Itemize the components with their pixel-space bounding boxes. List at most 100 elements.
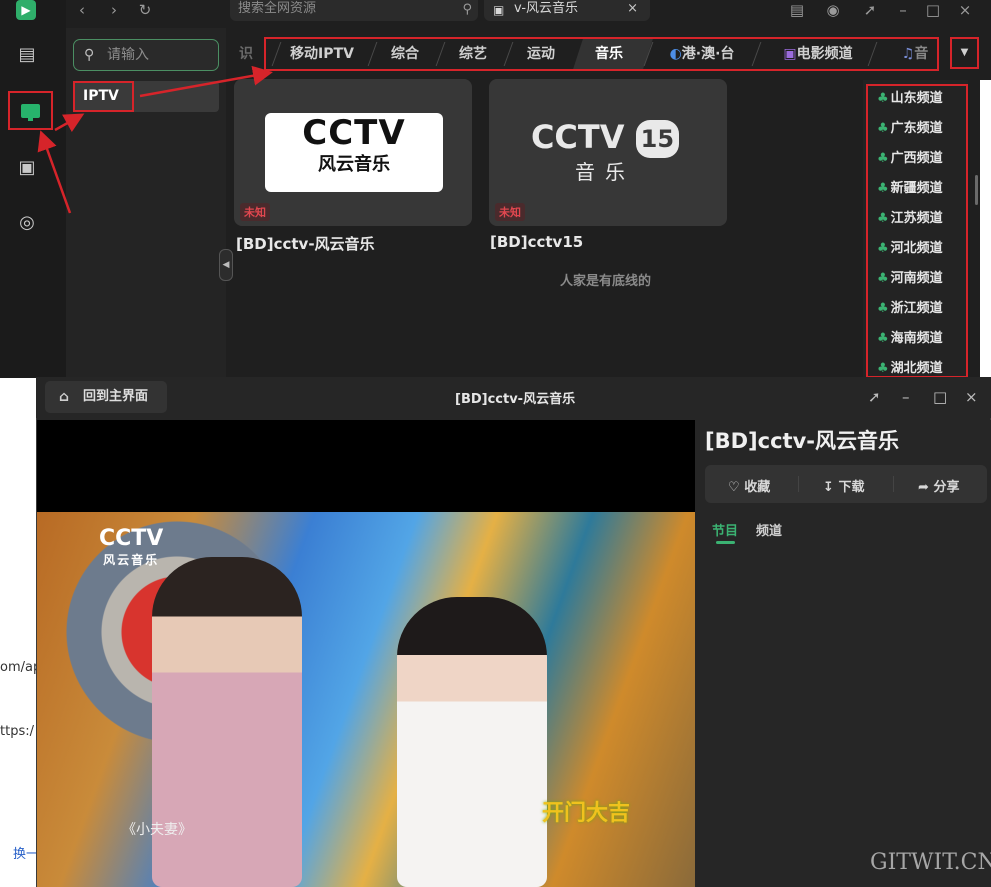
app-logo: ▶: [16, 0, 36, 20]
dropdown-item[interactable]: ♣ 河南频道: [877, 269, 943, 289]
dropdown-label: 海南频道: [890, 331, 943, 346]
video-player[interactable]: CCTV 风云音乐 《小夫妻》 开门大吉: [37, 420, 695, 887]
video-frame: CCTV 风云音乐 《小夫妻》 开门大吉: [37, 512, 695, 887]
dropdown-item[interactable]: ♣ 广东频道: [877, 119, 943, 139]
player-window-title: [BD]cctv-风云音乐: [455, 392, 576, 407]
performer-female: [397, 597, 547, 887]
download-button[interactable]: ↧ 下载: [823, 476, 864, 495]
robot-icon[interactable]: ◉: [822, 0, 844, 22]
clover-icon: ♣: [877, 151, 889, 166]
dropdown-label: 河南频道: [890, 271, 943, 286]
tab-program[interactable]: 节目: [712, 520, 738, 539]
separator: [798, 476, 799, 492]
channel-title[interactable]: [BD]cctv-风云音乐: [236, 233, 375, 254]
cctv-fengyun-logo: CCTV 风云音乐: [265, 113, 443, 192]
forward-icon[interactable]: ›: [103, 0, 125, 22]
music-note-icon: ♫: [901, 46, 915, 62]
share-button[interactable]: ➦ 分享: [918, 476, 959, 495]
dropdown-item[interactable]: ♣ 新疆频道: [877, 179, 943, 199]
close-icon[interactable]: ×: [965, 388, 978, 406]
refresh-icon[interactable]: ↻: [134, 0, 156, 22]
dropdown-item[interactable]: ♣ 湖北频道: [877, 359, 943, 379]
clover-icon: ♣: [877, 121, 889, 136]
top-bar: ‹ › ↻ 搜索全网资源 ⚲ ▣ v-风云音乐 × ▤ ◉ ➚ – □ ×: [66, 0, 991, 28]
dropdown-label: 湖北频道: [890, 361, 943, 376]
scan-icon[interactable]: ▣: [16, 157, 38, 179]
category-yidong-iptv[interactable]: 移动IPTV: [285, 39, 359, 69]
watermark-text: CCTV: [99, 526, 164, 551]
compass-icon[interactable]: ◎: [16, 212, 38, 234]
clover-icon: ♣: [877, 241, 889, 256]
category-music-active[interactable]: 音乐: [587, 39, 631, 69]
source-item-iptv-label[interactable]: IPTV: [73, 81, 134, 112]
category-partial[interactable]: 识: [238, 39, 254, 69]
open-tab[interactable]: ▣ v-风云音乐 ×: [484, 0, 650, 21]
dropdown-item[interactable]: ♣ 河北频道: [877, 239, 943, 259]
close-window-icon[interactable]: ×: [954, 0, 976, 22]
tab-channel[interactable]: 频道: [756, 520, 782, 539]
home-label: 回到主界面: [83, 389, 149, 404]
minimize-icon[interactable]: –: [902, 388, 910, 406]
logo-text: CCTV: [530, 118, 625, 156]
dropdown-label: 河北频道: [890, 241, 943, 256]
category-music-2[interactable]: ♫音乐: [895, 39, 935, 69]
logo-subtext: 风云音乐: [318, 154, 390, 175]
channel-title[interactable]: [BD]cctv15: [490, 233, 583, 251]
background-window: [980, 80, 991, 378]
global-search-input[interactable]: 搜索全网资源 ⚲: [230, 0, 478, 21]
list-end-text: 人家是有底线的: [560, 274, 652, 289]
share-label: 分享: [933, 480, 960, 495]
pin-icon[interactable]: ➚: [859, 0, 881, 22]
category-zongyi[interactable]: 综艺: [451, 39, 495, 69]
category-dropdown-button[interactable]: ▼: [950, 37, 979, 69]
chevron-down-icon: ▼: [960, 47, 969, 58]
clover-icon: ♣: [877, 271, 889, 286]
live-tv-nav[interactable]: [8, 91, 53, 130]
category-gangaotai[interactable]: ◐港·澳·台: [664, 39, 740, 69]
search-placeholder: 搜索全网资源: [238, 1, 317, 16]
clover-icon: ♣: [877, 91, 889, 106]
category-label: 电影频道: [796, 46, 853, 62]
cctv15-logo: CCTV 15 音乐: [530, 118, 680, 188]
clover-icon: ♣: [877, 181, 889, 196]
dropdown-item[interactable]: ♣ 山东频道: [877, 89, 943, 109]
collapse-panel-button[interactable]: ◀: [219, 249, 233, 281]
watermark-subtext: 风云音乐: [103, 553, 160, 567]
dropdown-item[interactable]: ♣ 海南频道: [877, 329, 943, 349]
film-icon[interactable]: ▤: [16, 44, 38, 66]
dropdown-scrollbar[interactable]: [975, 175, 978, 205]
category-label: 港·澳·台: [681, 46, 735, 62]
logo-text: CCTV: [302, 113, 406, 153]
favorite-button[interactable]: ♡ 收藏: [728, 476, 770, 495]
background-page: [0, 378, 36, 887]
logo-number: 15: [635, 120, 680, 158]
category-movie[interactable]: ▣电影频道: [780, 39, 856, 69]
search-icon: ⚲: [84, 47, 95, 63]
clover-icon: ♣: [877, 301, 889, 316]
dropdown-label: 浙江频道: [890, 301, 943, 316]
close-icon[interactable]: ×: [627, 0, 638, 18]
program-name: [BD]cctv-风云音乐: [705, 429, 899, 453]
shop-icon[interactable]: ▤: [786, 0, 808, 22]
back-to-home-button[interactable]: ⌂ 回到主界面: [45, 381, 167, 413]
maximize-icon[interactable]: □: [933, 388, 947, 406]
back-icon[interactable]: ‹: [71, 0, 93, 22]
dropdown-label: 山东频道: [890, 91, 943, 106]
song-caption: 《小夫妻》: [122, 822, 192, 838]
minimize-icon[interactable]: –: [892, 0, 914, 22]
clover-icon: ♣: [877, 211, 889, 226]
dropdown-item[interactable]: ♣ 浙江频道: [877, 299, 943, 319]
dropdown-item[interactable]: ♣ 广西频道: [877, 149, 943, 169]
category-yundong[interactable]: 运动: [519, 39, 563, 69]
source-filter-input[interactable]: ⚲ 请输入: [73, 39, 219, 71]
status-badge: 未知: [495, 203, 525, 221]
search-icon[interactable]: ⚲: [462, 1, 472, 19]
dropdown-label: 江苏频道: [890, 211, 943, 226]
dropdown-item[interactable]: ♣ 江苏频道: [877, 209, 943, 229]
dropdown-label: 新疆频道: [890, 181, 943, 196]
maximize-icon[interactable]: □: [922, 0, 944, 22]
clover-icon: ♣: [877, 331, 889, 346]
pin-icon[interactable]: ➚: [868, 388, 881, 406]
site-watermark: GITWIT.CN: [870, 850, 991, 875]
category-zonghe[interactable]: 综合: [383, 39, 427, 69]
